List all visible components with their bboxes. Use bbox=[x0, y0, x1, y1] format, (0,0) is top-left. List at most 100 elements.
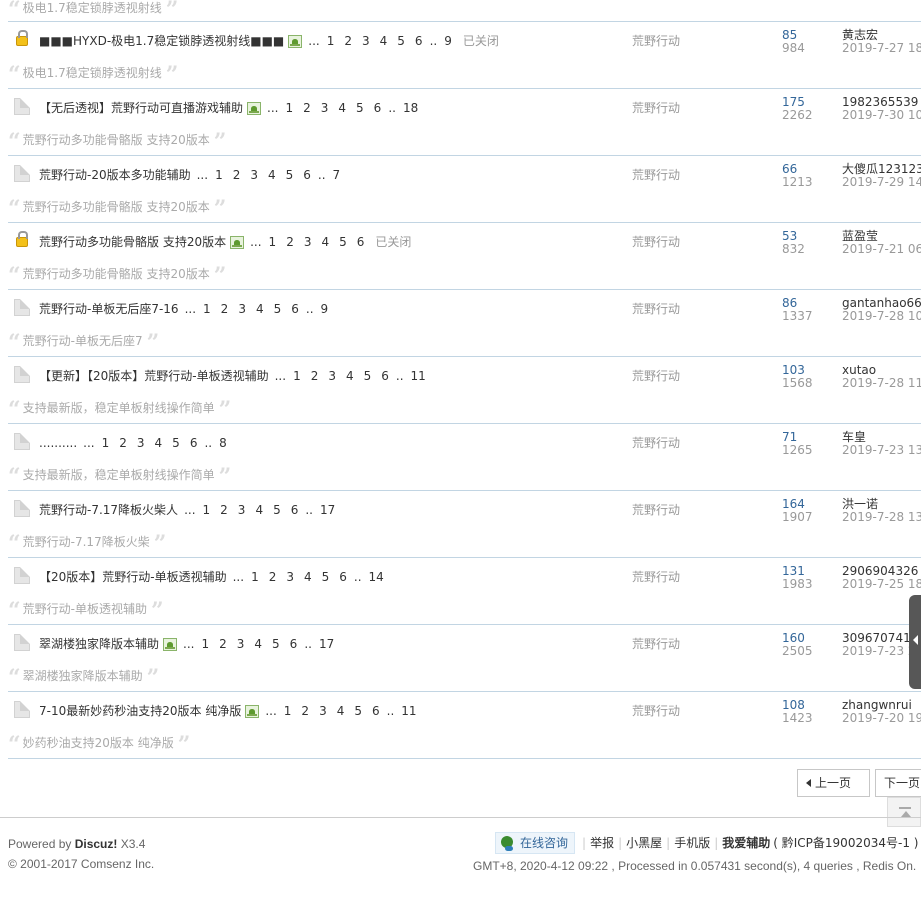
thread-page-link[interactable]: 4 bbox=[337, 704, 345, 718]
thread-page-link[interactable]: 2 bbox=[311, 369, 319, 383]
thread-forum-link[interactable]: 荒野行动 bbox=[632, 23, 680, 59]
next-page-button[interactable]: 下一页 bbox=[875, 769, 921, 797]
thread-page-link[interactable]: 11 bbox=[401, 704, 416, 718]
last-post-date[interactable]: 2019-7-20 19:0 bbox=[842, 712, 921, 725]
thread-page-link[interactable]: 5 bbox=[322, 570, 330, 584]
last-post-date[interactable]: 2019-7-28 11:2 bbox=[842, 377, 921, 390]
thread-page-link[interactable]: 4 bbox=[255, 503, 263, 517]
thread-page-link[interactable]: 1 bbox=[251, 570, 259, 584]
thread-page-link[interactable]: 3 bbox=[328, 369, 336, 383]
thread-page-link[interactable]: 1 bbox=[201, 637, 209, 651]
thread-page-link[interactable]: 6 bbox=[372, 704, 380, 718]
thread-page-link[interactable]: 5 bbox=[339, 235, 347, 249]
thread-page-link[interactable]: 1 bbox=[327, 34, 335, 48]
thread-page-link[interactable]: 2 bbox=[303, 101, 311, 115]
thread-page-link[interactable]: 11 bbox=[411, 369, 426, 383]
thread-title-link[interactable]: .......... bbox=[39, 436, 77, 450]
thread-page-link[interactable]: 5 bbox=[397, 34, 405, 48]
thread-page-link[interactable]: 1 bbox=[269, 235, 277, 249]
document-icon[interactable] bbox=[14, 500, 30, 517]
thread-page-link[interactable]: 2 bbox=[301, 704, 309, 718]
thread-page-link[interactable]: 4 bbox=[254, 637, 262, 651]
thread-page-link[interactable]: 6 bbox=[415, 34, 423, 48]
thread-page-link[interactable]: 1 bbox=[284, 704, 292, 718]
thread-page-link[interactable]: 17 bbox=[319, 637, 334, 651]
thread-page-link[interactable]: 4 bbox=[321, 235, 329, 249]
thread-page-link[interactable]: 5 bbox=[364, 369, 372, 383]
thread-page-link[interactable]: 4 bbox=[155, 436, 163, 450]
thread-forum-link[interactable]: 荒野行动 bbox=[632, 626, 680, 662]
last-post-date[interactable]: 2019-7-29 14:4 bbox=[842, 176, 921, 189]
thread-page-link[interactable]: 4 bbox=[256, 302, 264, 316]
document-icon[interactable] bbox=[14, 98, 30, 115]
thread-page-link[interactable]: 6 bbox=[291, 302, 299, 316]
thread-page-link[interactable]: 6 bbox=[339, 570, 347, 584]
thread-title-link[interactable]: ■■■HYXD-极电1.7稳定锁脖透视射线■■■ bbox=[39, 34, 284, 48]
last-post-date[interactable]: 2019-7-25 18:0 bbox=[842, 578, 921, 591]
thread-page-link[interactable]: 5 bbox=[274, 302, 282, 316]
thread-page-link[interactable]: 1 bbox=[293, 369, 301, 383]
thread-title-link[interactable]: 荒野行动-20版本多功能辅助 bbox=[39, 168, 191, 182]
thread-title-link[interactable]: 荒野行动-单板无后座7-16 bbox=[39, 302, 179, 316]
last-post-date[interactable]: 2019-7-21 06:5 bbox=[842, 243, 921, 256]
thread-page-link[interactable]: 2 bbox=[269, 570, 277, 584]
mobile-link[interactable]: 手机版 bbox=[674, 836, 710, 850]
thread-page-link[interactable]: 3 bbox=[237, 637, 245, 651]
thread-page-link[interactable]: 5 bbox=[273, 503, 281, 517]
thread-page-link[interactable]: 3 bbox=[362, 34, 370, 48]
report-link[interactable]: 举报 bbox=[590, 836, 614, 850]
thread-page-link[interactable]: 5 bbox=[356, 101, 364, 115]
thread-title-link[interactable]: 【20版本】荒野行动-单板透视辅助 bbox=[39, 570, 227, 584]
thread-page-link[interactable]: 5 bbox=[172, 436, 180, 450]
thread-page-link[interactable]: 8 bbox=[219, 436, 227, 450]
thread-page-link[interactable]: 4 bbox=[304, 570, 312, 584]
thread-page-link[interactable]: 2 bbox=[219, 637, 227, 651]
thread-page-link[interactable]: 6 bbox=[190, 436, 198, 450]
thread-page-link[interactable]: 17 bbox=[320, 503, 335, 517]
thread-forum-link[interactable]: 荒野行动 bbox=[632, 358, 680, 394]
thread-page-link[interactable]: 1 bbox=[102, 436, 110, 450]
lock-icon[interactable] bbox=[16, 30, 28, 46]
thread-page-link[interactable]: 6 bbox=[303, 168, 311, 182]
thread-forum-link[interactable]: 荒野行动 bbox=[632, 559, 680, 595]
thread-forum-link[interactable]: 荒野行动 bbox=[632, 425, 680, 461]
last-post-date[interactable]: 2019-7-28 10:4 bbox=[842, 310, 921, 323]
thread-page-link[interactable]: 5 bbox=[354, 704, 362, 718]
thread-page-link[interactable]: 1 bbox=[203, 503, 211, 517]
blacklist-link[interactable]: 小黑屋 bbox=[626, 836, 662, 850]
last-post-date[interactable]: 2019-7-27 18:1 bbox=[842, 42, 921, 55]
thread-page-link[interactable]: 18 bbox=[403, 101, 418, 115]
icp-link[interactable]: ( 黔ICP备19002034号-1 ) bbox=[773, 836, 918, 850]
document-icon[interactable] bbox=[14, 634, 30, 651]
thread-page-link[interactable]: 3 bbox=[319, 704, 327, 718]
last-post-date[interactable]: 2019-7-30 10:3 bbox=[842, 109, 921, 122]
thread-forum-link[interactable]: 荒野行动 bbox=[632, 291, 680, 327]
thread-forum-link[interactable]: 荒野行动 bbox=[632, 693, 680, 729]
thread-page-link[interactable]: 14 bbox=[369, 570, 384, 584]
online-consult-button[interactable]: 在线咨询 bbox=[495, 832, 576, 854]
thread-page-link[interactable]: 2 bbox=[344, 34, 352, 48]
thread-page-link[interactable]: 5 bbox=[272, 637, 280, 651]
thread-page-link[interactable]: 7 bbox=[333, 168, 341, 182]
thread-page-link[interactable]: 6 bbox=[290, 637, 298, 651]
thread-page-link[interactable]: 3 bbox=[304, 235, 312, 249]
thread-page-link[interactable]: 6 bbox=[357, 235, 365, 249]
thread-page-link[interactable]: 9 bbox=[444, 34, 452, 48]
thread-page-link[interactable]: 5 bbox=[286, 168, 294, 182]
thread-page-link[interactable]: 4 bbox=[346, 369, 354, 383]
lock-icon[interactable] bbox=[16, 231, 28, 247]
thread-page-link[interactable]: 6 bbox=[291, 503, 299, 517]
thread-page-link[interactable]: 2 bbox=[286, 235, 294, 249]
last-post-date[interactable]: 2019-7-23 13:3 bbox=[842, 444, 921, 457]
thread-page-link[interactable]: 3 bbox=[286, 570, 294, 584]
document-icon[interactable] bbox=[14, 165, 30, 182]
thread-title-link[interactable]: 7-10最新妙药秒油支持20版本 纯净版 bbox=[39, 704, 241, 718]
thread-title-link[interactable]: 翠湖楼独家降版本辅助 bbox=[39, 637, 159, 651]
thread-forum-link[interactable]: 荒野行动 bbox=[632, 157, 680, 193]
thread-page-link[interactable]: 6 bbox=[374, 101, 382, 115]
thread-page-link[interactable]: 3 bbox=[250, 168, 258, 182]
thread-title-link[interactable]: 荒野行动-7.17降板火柴人 bbox=[39, 503, 178, 517]
document-icon[interactable] bbox=[14, 701, 30, 718]
thread-page-link[interactable]: 4 bbox=[380, 34, 388, 48]
document-icon[interactable] bbox=[14, 567, 30, 584]
